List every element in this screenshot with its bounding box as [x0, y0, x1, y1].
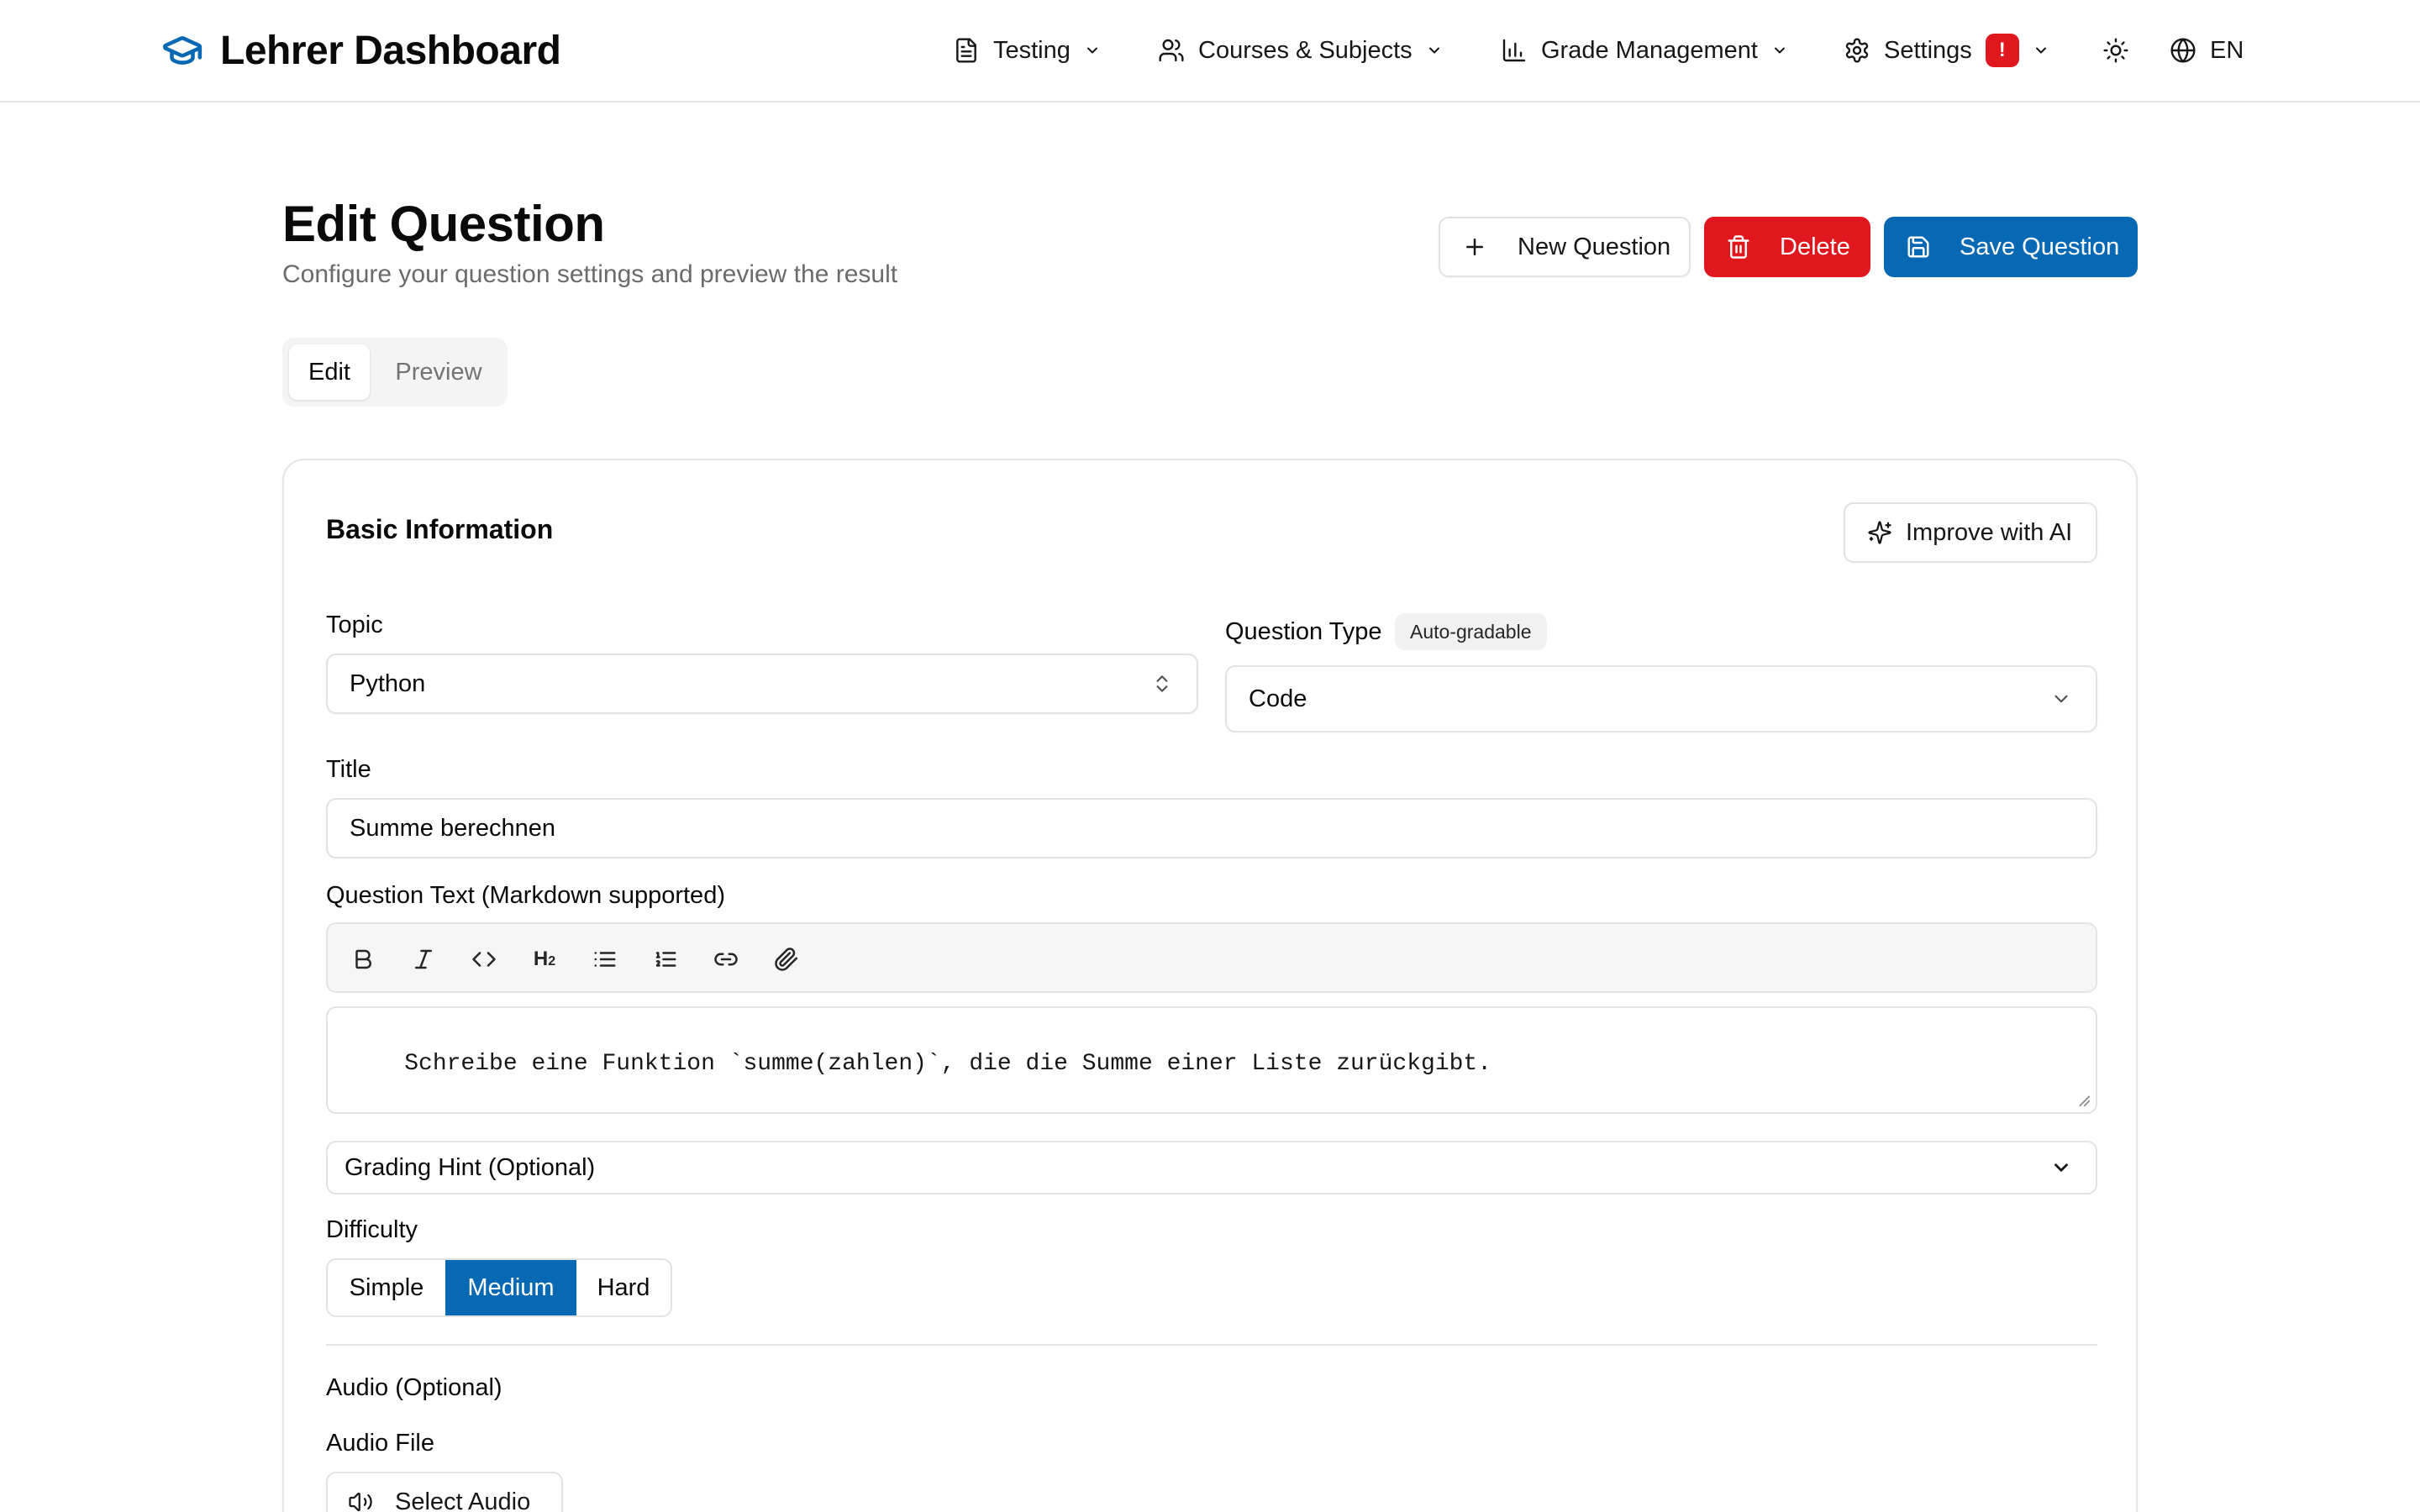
nav-settings[interactable]: Settings ! — [1844, 32, 2049, 69]
nav-testing-label: Testing — [993, 36, 1071, 64]
difficulty-simple[interactable]: Simple — [328, 1260, 445, 1315]
title-input[interactable]: Summe berechnen — [326, 798, 2097, 858]
italic-icon — [415, 949, 432, 969]
plus-icon — [1466, 239, 1483, 255]
resize-grip-icon[interactable] — [2075, 1092, 2091, 1107]
chevron-down-icon — [2054, 1163, 2068, 1172]
chevrons-up-down-icon — [1156, 675, 1168, 692]
question-type-label: Question Type — [1225, 618, 1382, 645]
gear-icon — [1845, 38, 1869, 63]
italic-button[interactable] — [405, 941, 442, 978]
question-text-label: Question Text (Markdown supported) — [326, 882, 725, 909]
paperclip-icon — [775, 948, 798, 971]
nav-courses-label: Courses & Subjects — [1198, 36, 1413, 64]
nav-courses-subjects[interactable]: Courses & Subjects — [1158, 32, 1443, 69]
settings-alert-badge: ! — [1985, 34, 2019, 67]
tab-preview[interactable]: Preview — [376, 344, 501, 400]
view-tabs: Edit Preview — [282, 338, 508, 407]
difficulty-label: Difficulty — [326, 1216, 418, 1243]
difficulty-selector: Simple Medium Hard — [326, 1258, 672, 1317]
save-question-label: Save Question — [1960, 233, 2120, 260]
save-icon — [1907, 236, 1929, 258]
topic-select[interactable]: Python — [326, 654, 1198, 714]
bullet-list-icon — [594, 952, 616, 967]
improve-with-ai-button[interactable]: Improve with AI — [1844, 502, 2097, 563]
bold-button[interactable] — [345, 941, 381, 978]
chevron-down-icon — [2054, 695, 2068, 703]
topic-label: Topic — [326, 612, 383, 638]
markdown-toolbar: H2 — [326, 922, 2097, 993]
audio-section-label: Audio (Optional) — [326, 1374, 502, 1401]
grading-hint-toggle[interactable]: Grading Hint (Optional) — [326, 1141, 2097, 1194]
chevron-down-icon — [2035, 47, 2046, 54]
file-text-icon — [956, 38, 976, 63]
title-value: Summe berechnen — [350, 814, 556, 842]
difficulty-medium[interactable]: Medium — [445, 1260, 576, 1315]
globe-icon — [2170, 38, 2196, 63]
attachment-button[interactable] — [768, 941, 805, 978]
new-question-label: New Question — [1518, 233, 1671, 260]
code-icon — [472, 952, 496, 967]
save-question-button[interactable]: Save Question — [1884, 217, 2138, 277]
section-title: Basic Information — [326, 514, 554, 544]
grading-hint-label: Grading Hint (Optional) — [345, 1153, 596, 1181]
select-audio-button[interactable]: Select Audio — [326, 1472, 563, 1512]
page-title: Edit Question — [282, 196, 605, 252]
question-text-editor[interactable]: Schreibe eine Funktion `summe(zahlen)`, … — [326, 1006, 2097, 1114]
nav-grade-management[interactable]: Grade Management — [1501, 32, 1788, 69]
speaker-icon — [349, 1492, 372, 1512]
heading-icon: H2 — [533, 948, 556, 970]
nav-settings-label: Settings — [1884, 36, 1972, 64]
delete-button[interactable]: Delete — [1704, 217, 1870, 277]
sun-icon — [2103, 38, 2128, 63]
bold-icon — [355, 949, 371, 969]
top-navigation: Lehrer Dashboard Testing Courses & Subje… — [0, 0, 2420, 102]
chevron-down-icon — [1428, 47, 1439, 54]
page-subtitle: Configure your question settings and pre… — [282, 260, 898, 288]
basic-information-card: Basic Information Improve with AI Topic … — [282, 459, 2138, 1512]
nav-grade-label: Grade Management — [1541, 36, 1758, 64]
tab-edit[interactable]: Edit — [289, 344, 370, 400]
nav-testing[interactable]: Testing — [953, 32, 1101, 69]
sparkles-icon — [1868, 521, 1891, 544]
question-text-value: Schreibe eine Funktion `summe(zahlen)`, … — [404, 1051, 1492, 1077]
language-label: EN — [2210, 36, 2244, 64]
language-switcher[interactable]: EN — [2170, 32, 2244, 69]
select-audio-label: Select Audio — [395, 1488, 531, 1512]
users-icon — [1159, 39, 1184, 62]
question-type-select[interactable]: Code — [1225, 665, 2097, 732]
difficulty-hard[interactable]: Hard — [576, 1260, 671, 1315]
numbered-list-icon — [655, 952, 676, 967]
link-button[interactable] — [708, 941, 744, 978]
section-divider — [326, 1344, 2097, 1346]
trash-icon — [1728, 235, 1749, 259]
new-question-button[interactable]: New Question — [1439, 217, 1691, 277]
auto-gradable-badge: Auto-gradable — [1395, 613, 1547, 650]
app-title: Lehrer Dashboard — [220, 28, 561, 73]
graduation-cap-icon — [163, 36, 203, 65]
question-type-value: Code — [1249, 685, 1307, 712]
chevron-down-icon — [1774, 47, 1785, 54]
topic-value: Python — [350, 669, 426, 697]
audio-file-label: Audio File — [326, 1430, 434, 1457]
heading-button[interactable]: H2 — [526, 941, 563, 978]
code-button[interactable] — [466, 941, 502, 978]
numbered-list-button[interactable] — [647, 941, 684, 978]
link-icon — [714, 953, 738, 966]
chevron-down-icon — [1086, 47, 1097, 54]
delete-label: Delete — [1780, 233, 1850, 260]
theme-toggle-button[interactable] — [2102, 32, 2129, 69]
brand[interactable]: Lehrer Dashboard — [161, 25, 561, 76]
title-label: Title — [326, 756, 371, 783]
bar-chart-icon — [1502, 39, 1526, 62]
improve-with-ai-label: Improve with AI — [1906, 518, 2073, 546]
bullet-list-button[interactable] — [587, 941, 623, 978]
